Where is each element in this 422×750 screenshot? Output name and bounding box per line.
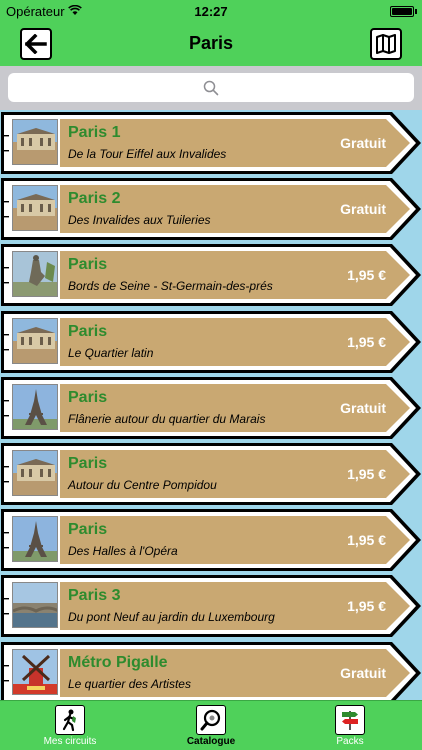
circuit-title: Paris <box>68 323 108 340</box>
map-icon <box>376 34 396 54</box>
battery-icon <box>390 6 414 17</box>
circuit-row[interactable]: Métro Pigalle Le quartier des Artistes Gra… <box>0 640 422 700</box>
tab-label: Catalogue <box>186 736 236 747</box>
circuit-price: Gratuit <box>340 201 386 217</box>
circuit-thumbnail <box>12 649 58 695</box>
circuit-row[interactable]: Paris Des Halles à l'Opéra 1,95 € <box>0 507 422 573</box>
circuit-price: Gratuit <box>340 400 386 416</box>
circuit-title: Paris <box>68 455 108 472</box>
circuit-subtitle: De la Tour Eiffel aux Invalides <box>68 147 227 161</box>
circuit-subtitle: Du pont Neuf au jardin du Luxembourg <box>68 610 275 624</box>
circuit-price: 1,95 € <box>347 532 386 548</box>
search-bar <box>0 66 422 110</box>
tab-bar: Mes circuits Catalogue Packs <box>0 700 422 750</box>
circuit-thumbnail <box>12 450 58 496</box>
circuit-title: Paris 3 <box>68 587 121 604</box>
circuit-subtitle: Des Invalides aux Tuileries <box>68 213 211 227</box>
circuit-title: Paris <box>68 521 108 538</box>
circuit-title: Métro Pigalle <box>68 654 168 671</box>
circuit-list: Paris 1 De la Tour Eiffel aux Invalides Gr… <box>0 110 422 700</box>
circuit-subtitle: Flânerie autour du quartier du Marais <box>68 412 266 426</box>
circuit-subtitle: Autour du Centre Pompidou <box>68 478 217 492</box>
circuit-row[interactable]: Paris Bords de Seine - St-Germain-des-pré… <box>0 242 422 308</box>
circuit-subtitle: Le quartier des Artistes <box>68 677 191 691</box>
map-button[interactable] <box>370 28 402 60</box>
circuit-price: Gratuit <box>340 135 386 151</box>
circuit-price: 1,95 € <box>347 466 386 482</box>
circuit-title: Paris 1 <box>68 124 121 141</box>
circuit-row[interactable]: Paris 3 Du pont Neuf au jardin du Luxembo… <box>0 573 422 639</box>
circuit-price: 1,95 € <box>347 334 386 350</box>
circuit-price: Gratuit <box>340 665 386 681</box>
tab-label: Packs <box>336 736 364 747</box>
walker-icon <box>55 705 85 735</box>
tab-catalogue[interactable]: Catalogue <box>161 703 261 749</box>
battery-tip <box>415 9 417 14</box>
circuit-row[interactable]: Paris Flânerie autour du quartier du Mara… <box>0 375 422 441</box>
circuit-row[interactable]: Paris Autour du Centre Pompidou 1,95 € <box>0 441 422 507</box>
circuit-row[interactable]: Paris 1 De la Tour Eiffel aux Invalides Gr… <box>0 110 422 176</box>
circuit-thumbnail <box>12 119 58 165</box>
circuit-title: Paris 2 <box>68 190 121 207</box>
circuit-thumbnail <box>12 516 58 562</box>
circuit-thumbnail <box>12 318 58 364</box>
magnifier-icon <box>196 705 226 735</box>
tab-label: Mes circuits <box>43 736 97 747</box>
circuit-row[interactable]: Paris Le Quartier latin 1,95 € <box>0 309 422 375</box>
search-input[interactable] <box>8 73 414 102</box>
circuit-thumbnail <box>12 582 58 628</box>
circuit-price: 1,95 € <box>347 267 386 283</box>
circuit-price: 1,95 € <box>347 598 386 614</box>
status-bar: Opérateur 12:27 <box>0 0 422 22</box>
circuit-title: Paris <box>68 256 108 273</box>
circuit-row[interactable]: Paris 2 Des Invalides aux Tuileries Gratui… <box>0 176 422 242</box>
search-icon <box>203 80 219 95</box>
tab-mes-circuits[interactable]: Mes circuits <box>20 703 120 749</box>
circuit-subtitle: Bords de Seine - St-Germain-des-prés <box>68 279 273 293</box>
circuit-thumbnail <box>12 185 58 231</box>
tab-packs[interactable]: Packs <box>300 703 400 749</box>
circuit-thumbnail <box>12 251 58 297</box>
page-title: Paris <box>188 33 234 53</box>
signpost-icon <box>335 705 365 735</box>
circuit-title: Paris <box>68 389 108 406</box>
circuit-thumbnail <box>12 384 58 430</box>
clock: 12:27 <box>194 4 228 19</box>
circuit-subtitle: Le Quartier latin <box>68 346 154 360</box>
circuit-subtitle: Des Halles à l'Opéra <box>68 544 178 558</box>
navigation-bar: Paris <box>0 22 422 66</box>
